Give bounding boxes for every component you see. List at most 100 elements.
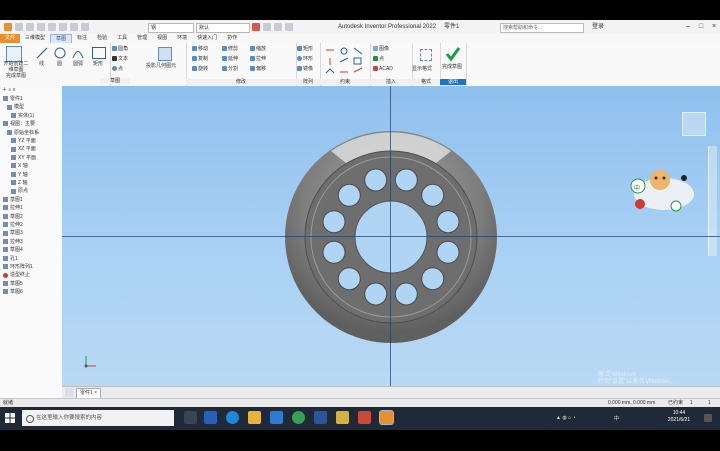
finish-sketch-label[interactable]: 完成草图 xyxy=(442,64,462,71)
tab-manage[interactable]: 管理 xyxy=(132,34,152,43)
insert-point-tool[interactable]: 点 xyxy=(373,56,384,63)
text-tool[interactable]: 文本 xyxy=(112,56,128,63)
edge-browser-icon[interactable] xyxy=(226,411,239,424)
taskbar-clock[interactable]: 10:44 2021/6/21 xyxy=(664,410,694,424)
tab-environments[interactable]: 环境 xyxy=(172,34,192,43)
material-combo[interactable]: 钢 xyxy=(148,23,194,33)
mirror-tool[interactable]: 镜像 xyxy=(297,66,313,73)
minimize-icon[interactable]: – xyxy=(684,23,692,31)
home-tab-icon[interactable] xyxy=(65,388,73,397)
extend-tool[interactable]: 延伸 xyxy=(222,56,238,63)
tree-item[interactable]: X 轴 xyxy=(11,163,28,169)
tab-view[interactable]: 视图 xyxy=(152,34,172,43)
tree-item[interactable]: 视图：主要 xyxy=(3,121,35,127)
tab-get-started[interactable]: 快速入门 xyxy=(192,34,222,43)
windows-start-icon[interactable] xyxy=(5,413,15,423)
home-icon[interactable] xyxy=(70,23,78,31)
tab-sketch[interactable]: 草图 xyxy=(50,34,73,43)
maximize-icon[interactable]: □ xyxy=(697,23,705,31)
tree-item[interactable]: 原点 xyxy=(11,188,28,194)
tree-item[interactable]: 草图1 xyxy=(3,197,23,203)
appearance-icon[interactable] xyxy=(252,23,260,31)
save-icon[interactable] xyxy=(37,23,45,31)
line-label[interactable]: 线 xyxy=(39,61,44,68)
circle-icon[interactable] xyxy=(54,47,66,59)
insert-acad-tool[interactable]: ACAD xyxy=(373,66,393,73)
scale-tool[interactable]: 缩放 xyxy=(250,46,266,53)
tab-annotate[interactable]: 标注 xyxy=(72,34,92,43)
tree-item[interactable]: 草图4 xyxy=(3,247,23,253)
fx-icon[interactable] xyxy=(274,23,282,31)
tree-item[interactable]: 原始坐标系 xyxy=(7,130,39,136)
close-tab-icon[interactable]: × xyxy=(94,390,97,396)
tree-item[interactable]: 实体(1) xyxy=(11,113,34,119)
tree-item[interactable]: 草图2 xyxy=(3,214,23,220)
widgets-icon[interactable] xyxy=(204,411,217,424)
customize-icon[interactable] xyxy=(285,23,293,31)
show-format-label[interactable]: 显示格式 xyxy=(412,66,432,73)
tree-item[interactable]: 拉伸2 xyxy=(3,222,23,228)
rotate-tool[interactable]: 旋转 xyxy=(192,66,208,73)
tray-icons[interactable]: ▲ ◍ ⌂ ◔ xyxy=(556,415,576,421)
file-explorer-icon[interactable] xyxy=(248,411,261,424)
tree-item[interactable]: 草图6 xyxy=(3,289,23,295)
tree-item[interactable]: YZ 平面 xyxy=(11,138,36,144)
powerpoint-icon[interactable] xyxy=(358,411,371,424)
word-icon[interactable] xyxy=(314,411,327,424)
offset-tool[interactable]: 偏移 xyxy=(250,66,266,73)
tree-item[interactable]: 拉伸1 xyxy=(3,205,23,211)
tree-item[interactable]: 草图3 xyxy=(3,230,23,236)
tree-item[interactable]: 孔1 xyxy=(3,256,18,262)
chrome-icon[interactable] xyxy=(292,411,305,424)
rectangle-icon[interactable] xyxy=(92,47,106,59)
tab-collaborate[interactable]: 协作 xyxy=(222,34,242,43)
split-tool[interactable]: 分割 xyxy=(222,66,238,73)
update-icon[interactable] xyxy=(81,23,89,31)
tree-item[interactable]: Y 轴 xyxy=(11,172,28,178)
finish-sketch-check-icon[interactable] xyxy=(445,46,461,62)
tree-item[interactable]: XY 平面 xyxy=(11,155,36,161)
inventor-logo-icon[interactable] xyxy=(4,23,12,31)
tree-item[interactable]: 模型 xyxy=(7,104,24,110)
view-cube[interactable] xyxy=(682,112,706,136)
tab-inspect[interactable]: 检验 xyxy=(92,34,112,43)
notification-icon[interactable] xyxy=(704,414,712,422)
stretch-tool[interactable]: 拉伸 xyxy=(250,56,266,63)
folder-icon[interactable] xyxy=(336,411,349,424)
rectangle-label[interactable]: 矩形 xyxy=(93,61,103,68)
new-file-icon[interactable] xyxy=(15,23,23,31)
move-tool[interactable]: 移动 xyxy=(192,46,208,53)
taskbar-search-input[interactable]: 在这里输入你要搜索的内容 xyxy=(22,410,174,426)
arc-icon[interactable] xyxy=(72,47,84,59)
circular-pattern-tool[interactable]: 环形 xyxy=(297,56,313,63)
constraint-icons[interactable] xyxy=(324,46,368,76)
tree-item[interactable]: 拉伸3 xyxy=(3,239,23,245)
start-2d-sketch-icon[interactable] xyxy=(6,46,22,62)
navigation-bar[interactable] xyxy=(708,146,717,256)
circle-label[interactable]: 圆 xyxy=(57,61,62,68)
arc-label[interactable]: 圆弧 xyxy=(73,61,83,68)
rectangular-pattern-tool[interactable]: 矩形 xyxy=(297,46,313,53)
redo-icon[interactable] xyxy=(59,23,67,31)
start-2d-sketch-label[interactable]: 开始创建二维草图 xyxy=(2,61,30,73)
tab-file[interactable]: 文件 xyxy=(0,34,21,43)
copy-tool[interactable]: 复制 xyxy=(192,56,208,63)
undo-icon[interactable] xyxy=(48,23,56,31)
tree-item[interactable]: Z 轴 xyxy=(11,180,27,186)
mail-icon[interactable] xyxy=(270,411,283,424)
insert-image-tool[interactable]: 图像 xyxy=(373,46,389,53)
tab-3d-model[interactable]: 三维模型 xyxy=(20,34,50,43)
project-geometry-icon[interactable] xyxy=(158,47,172,61)
close-icon[interactable]: × xyxy=(710,23,718,31)
format-icon[interactable] xyxy=(420,49,432,61)
tree-item[interactable]: XZ 平面 xyxy=(11,146,36,152)
line-icon[interactable] xyxy=(36,47,48,59)
trim-tool[interactable]: 修剪 xyxy=(222,46,238,53)
clear-override-icon[interactable] xyxy=(263,23,271,31)
inventor-taskbar-icon[interactable] xyxy=(379,410,394,425)
tree-item[interactable]: 造型终止 xyxy=(3,272,30,278)
appearance-combo[interactable]: 默认 xyxy=(196,23,250,33)
tree-item[interactable]: 零件1 xyxy=(3,96,23,102)
fillet-tool[interactable]: 圆角 xyxy=(112,46,128,53)
tree-item[interactable]: 环形阵列1 xyxy=(3,264,33,270)
